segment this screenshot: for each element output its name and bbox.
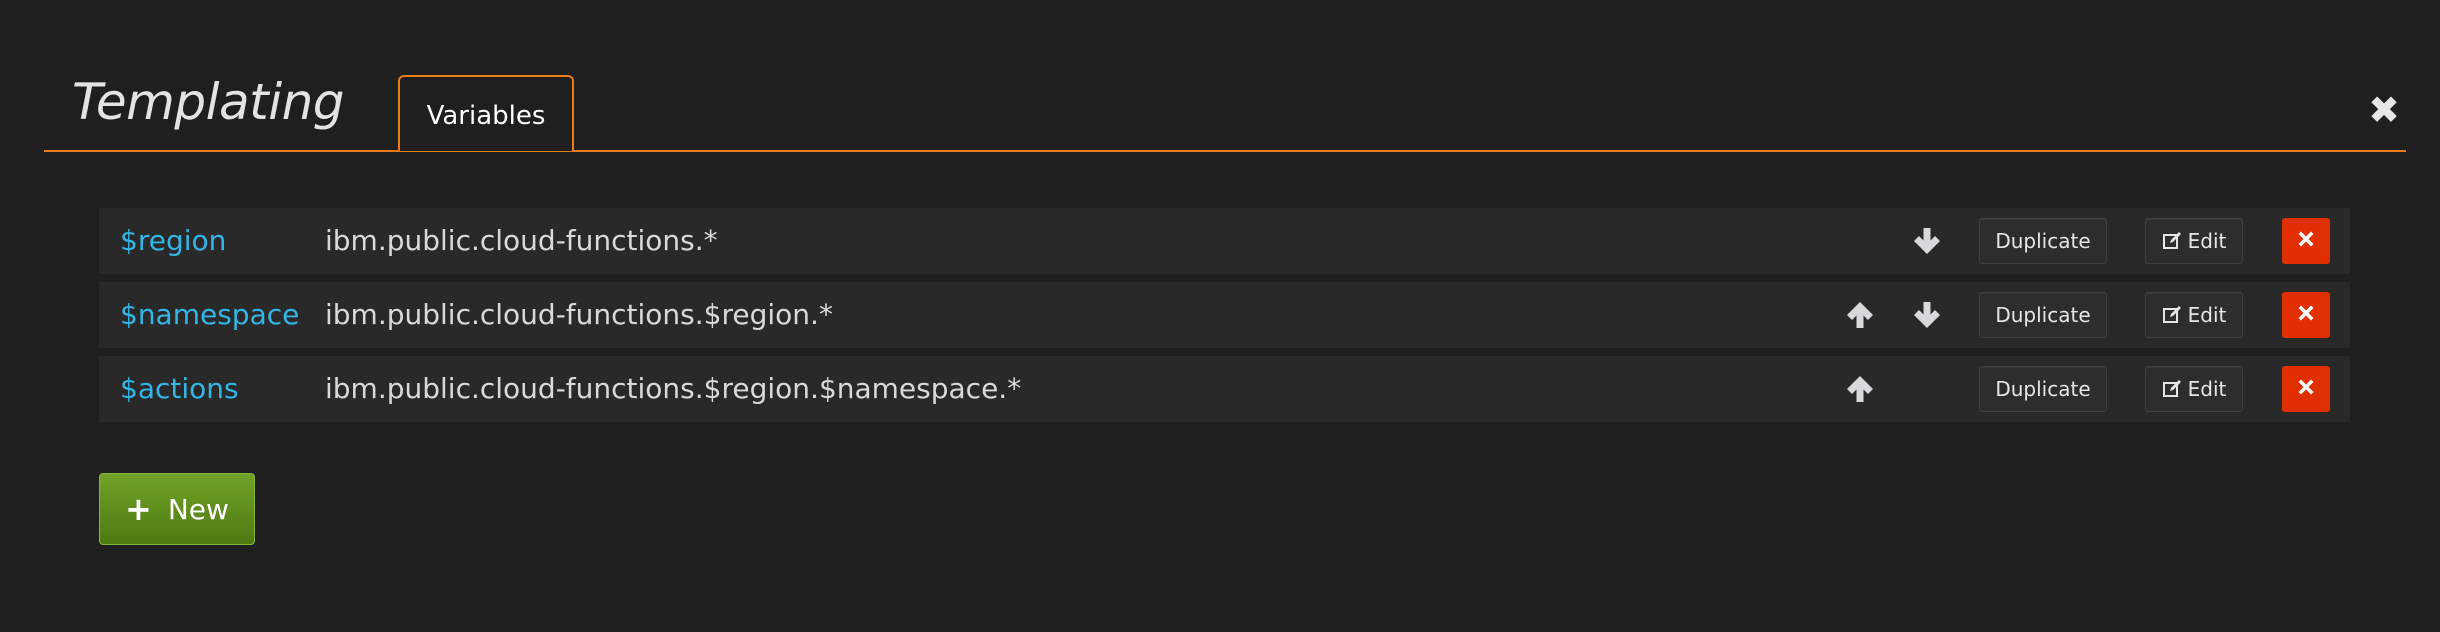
arrow-up-icon[interactable] bbox=[1844, 299, 1876, 331]
plus-icon: + bbox=[125, 490, 152, 528]
arrow-down-icon[interactable] bbox=[1911, 225, 1943, 257]
times-icon bbox=[2298, 231, 2314, 252]
variable-row-region: $region ibm.public.cloud-functions.* Dup… bbox=[99, 208, 2350, 274]
variable-query: ibm.public.cloud-functions.$region.* bbox=[325, 298, 833, 331]
arrow-up-icon[interactable] bbox=[1844, 373, 1876, 405]
variable-row-actions: $actions ibm.public.cloud-functions.$reg… bbox=[99, 356, 2350, 422]
times-icon bbox=[2298, 305, 2314, 326]
edit-icon bbox=[2162, 305, 2182, 325]
edit-button-label: Edit bbox=[2187, 377, 2227, 401]
times-icon bbox=[2298, 379, 2314, 400]
edit-button[interactable]: Edit bbox=[2145, 366, 2243, 412]
edit-button[interactable]: Edit bbox=[2145, 218, 2243, 264]
modal-title: Templating bbox=[72, 73, 345, 131]
delete-button[interactable] bbox=[2282, 292, 2330, 338]
edit-button[interactable]: Edit bbox=[2145, 292, 2243, 338]
variable-name[interactable]: $actions bbox=[120, 356, 239, 422]
delete-button[interactable] bbox=[2282, 218, 2330, 264]
edit-button-label: Edit bbox=[2187, 303, 2227, 327]
variables-list: $region ibm.public.cloud-functions.* Dup… bbox=[99, 208, 2350, 430]
edit-icon bbox=[2162, 379, 2182, 399]
edit-button-label: Edit bbox=[2187, 229, 2227, 253]
duplicate-button[interactable]: Duplicate bbox=[1979, 292, 2107, 338]
tab-variables[interactable]: Variables bbox=[398, 75, 574, 151]
new-variable-button[interactable]: + New bbox=[99, 473, 255, 545]
variable-name[interactable]: $namespace bbox=[120, 282, 299, 348]
close-icon[interactable]: ✖ bbox=[2362, 88, 2406, 132]
duplicate-button[interactable]: Duplicate bbox=[1979, 366, 2107, 412]
duplicate-button[interactable]: Duplicate bbox=[1979, 218, 2107, 264]
delete-button[interactable] bbox=[2282, 366, 2330, 412]
variable-query: ibm.public.cloud-functions.* bbox=[325, 224, 718, 257]
new-button-label: New bbox=[167, 492, 229, 526]
templating-modal: Templating Variables ✖ $region ibm.publi… bbox=[0, 0, 2440, 632]
variable-row-namespace: $namespace ibm.public.cloud-functions.$r… bbox=[99, 282, 2350, 348]
arrow-down-icon[interactable] bbox=[1911, 299, 1943, 331]
modal-header: Templating Variables ✖ bbox=[44, 74, 2406, 152]
edit-icon bbox=[2162, 231, 2182, 251]
variable-name[interactable]: $region bbox=[120, 208, 226, 274]
variable-query: ibm.public.cloud-functions.$region.$name… bbox=[325, 372, 1022, 405]
